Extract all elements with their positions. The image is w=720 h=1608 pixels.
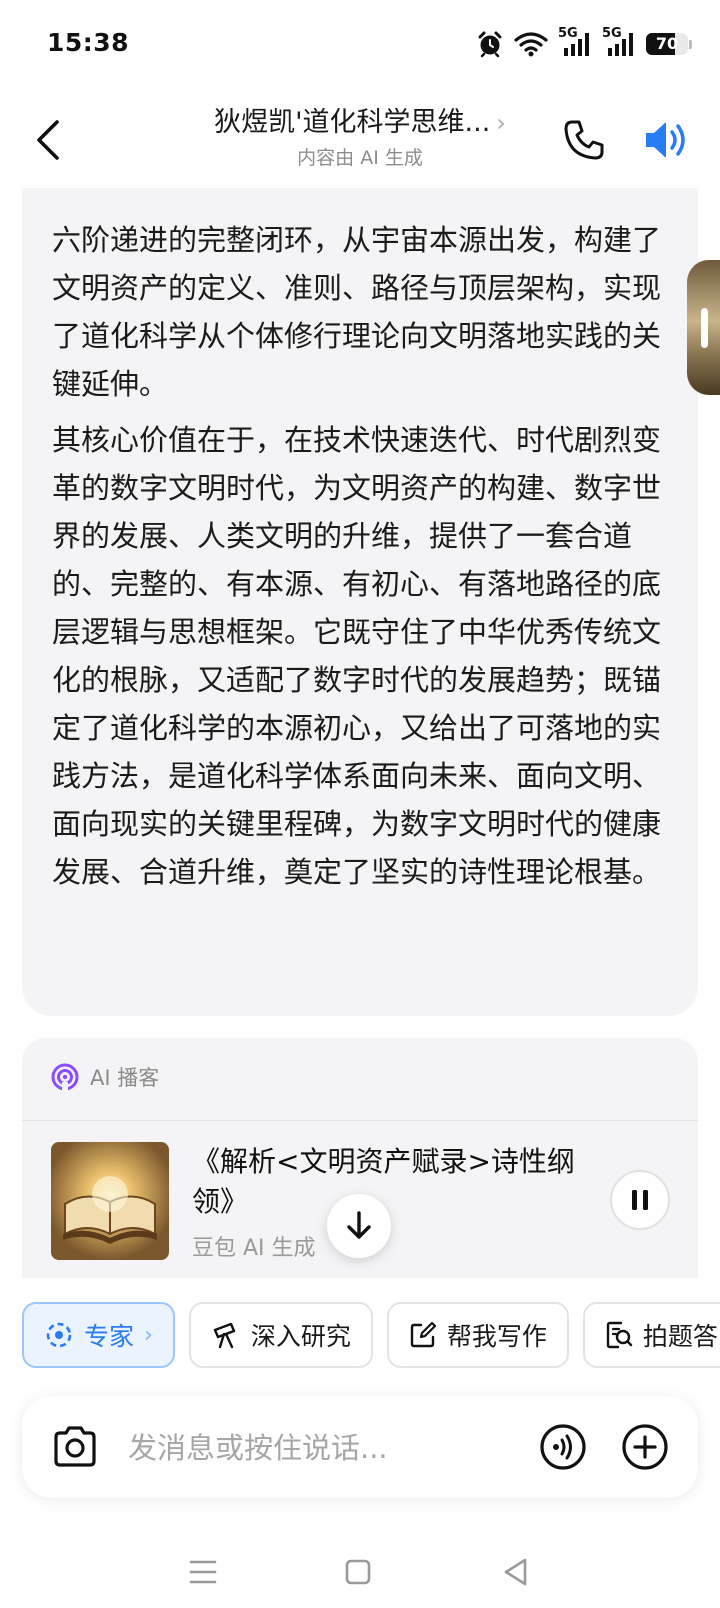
battery-icon: 70 bbox=[646, 33, 692, 55]
plus-circle-icon bbox=[622, 1424, 668, 1470]
nav-menu-button[interactable] bbox=[183, 1552, 223, 1592]
add-button[interactable] bbox=[620, 1422, 670, 1472]
message-paragraph: 其核心价值在于，在技术快速迭代、时代剧烈变革的数字文明时代，为文明资产的构建、数… bbox=[52, 423, 662, 889]
voice-call-button[interactable] bbox=[538, 1422, 588, 1472]
system-nav-bar bbox=[0, 1540, 720, 1608]
chip-expert[interactable]: 专家 › bbox=[22, 1302, 175, 1368]
floating-side-handle[interactable] bbox=[687, 260, 720, 395]
ai-message-bubble: 六阶递进的完整闭环，从宇宙本源出发，构建了文明资产的定义、准则、路径与顶层架构，… bbox=[22, 150, 698, 1016]
chip-help-write[interactable]: 帮我写作 bbox=[386, 1302, 569, 1368]
battery-level: 70 bbox=[655, 34, 679, 53]
chat-title: 狄煜凯'道化科学思维... bbox=[214, 107, 491, 138]
photo-question-icon bbox=[606, 1321, 633, 1349]
camera-icon bbox=[54, 1426, 96, 1467]
back-button[interactable] bbox=[26, 112, 70, 168]
nav-home-button[interactable] bbox=[338, 1552, 378, 1592]
nav-back-button[interactable] bbox=[496, 1552, 536, 1592]
podcast-source: 豆包 AI 生成 bbox=[192, 1236, 316, 1261]
voice-wave-icon bbox=[540, 1424, 586, 1470]
back-arrow-icon bbox=[37, 120, 59, 160]
pause-icon bbox=[632, 1190, 648, 1210]
quick-action-chips: 专家 › 深入研究 帮我写作 拍题答 bbox=[22, 1302, 720, 1374]
chat-header: 狄煜凯'道化科学思维... › 内容由 AI 生成 bbox=[0, 92, 720, 188]
podcast-cover-image bbox=[51, 1142, 169, 1260]
speaker-icon bbox=[646, 122, 685, 158]
signal-2-icon: 5G bbox=[602, 26, 636, 58]
scroll-to-bottom-button[interactable] bbox=[327, 1194, 391, 1258]
chip-deep-research[interactable]: 深入研究 bbox=[188, 1302, 373, 1368]
status-icons: 5G 5G 70 bbox=[476, 26, 692, 58]
podcast-header: AI 播客 bbox=[50, 1062, 159, 1092]
phone-icon bbox=[564, 120, 604, 160]
chip-deep-research-label: 深入研究 bbox=[250, 1322, 351, 1351]
edit-icon bbox=[410, 1321, 436, 1348]
status-time: 15:38 bbox=[47, 28, 130, 57]
signal-1-icon: 5G bbox=[558, 26, 592, 58]
chat-title-area[interactable]: 狄煜凯'道化科学思维... › 内容由 AI 生成 bbox=[140, 100, 580, 170]
home-square-icon bbox=[345, 1559, 371, 1585]
back-triangle-icon bbox=[504, 1558, 527, 1586]
chip-expert-label: 专家 bbox=[84, 1322, 135, 1351]
podcast-icon bbox=[51, 1063, 79, 1092]
chip-photo-answer-label: 拍题答 bbox=[642, 1322, 718, 1351]
chip-help-write-label: 帮我写作 bbox=[446, 1322, 547, 1351]
podcast-label: AI 播客 bbox=[90, 1066, 160, 1090]
call-button[interactable] bbox=[560, 116, 608, 164]
expert-icon bbox=[46, 1322, 72, 1348]
ai-generated-notice: 内容由 AI 生成 bbox=[297, 147, 423, 169]
speaker-button[interactable] bbox=[640, 114, 692, 166]
arrow-down-icon bbox=[347, 1211, 371, 1239]
telescope-icon bbox=[213, 1322, 236, 1349]
camera-button[interactable] bbox=[50, 1423, 100, 1471]
alarm-icon bbox=[478, 31, 502, 58]
message-input-bar bbox=[22, 1396, 698, 1498]
message-paragraph: 六阶递进的完整闭环，从宇宙本源出发，构建了文明资产的定义、准则、路径与顶层架构，… bbox=[52, 223, 662, 401]
pause-button[interactable] bbox=[610, 1170, 670, 1230]
wifi-icon bbox=[514, 32, 548, 57]
message-input[interactable] bbox=[126, 1424, 510, 1472]
chevron-right-icon: › bbox=[144, 1322, 153, 1348]
chip-photo-answer[interactable]: 拍题答 bbox=[582, 1302, 720, 1368]
menu-icon bbox=[189, 1560, 217, 1584]
status-bar: 15:38 5G 5G 70 bbox=[0, 0, 720, 92]
chevron-right-icon: › bbox=[496, 109, 506, 137]
